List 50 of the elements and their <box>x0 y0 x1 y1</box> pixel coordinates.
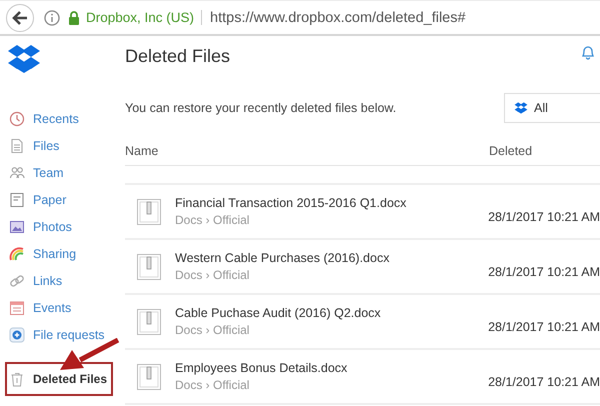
document-icon <box>137 364 161 390</box>
column-header[interactable]: Deleted <box>489 144 532 158</box>
sidebar-item[interactable]: Paper <box>0 186 116 213</box>
document-icon <box>137 198 161 224</box>
file-name[interactable]: Cable Puchase Audit (2016) Q2.docx <box>175 306 475 320</box>
document-icon <box>137 308 161 334</box>
sidebar-item[interactable]: Recents <box>0 105 116 132</box>
back-arrow-icon <box>12 10 28 24</box>
sidebar-item[interactable]: Links <box>0 267 116 294</box>
address-field[interactable]: https://www.dropbox.com/deleted_files# <box>208 10 466 26</box>
plus-icon <box>9 326 25 342</box>
deleted-date: 28/1/2017 10:21 AM <box>488 210 600 224</box>
description-text: You can restore your recently deleted files below. <box>125 101 396 115</box>
file-path: Docs › Official <box>175 378 250 392</box>
page-title: Deleted Files <box>125 46 230 66</box>
bell-icon[interactable] <box>581 44 595 60</box>
file-path: Docs › Official <box>175 213 250 227</box>
document-icon <box>137 254 161 280</box>
sidebar-item[interactable]: Team <box>0 159 116 186</box>
lock-icon <box>68 10 80 24</box>
chain-link-icon <box>9 272 25 288</box>
sidebar-item[interactable]: Photos <box>0 213 116 240</box>
file-name[interactable]: Financial Transaction 2015-2016 Q1.docx <box>175 196 475 210</box>
file-name[interactable]: Western Cable Purchases (2016).docx <box>175 251 475 265</box>
logo-icon[interactable] <box>7 44 41 74</box>
filter-dropdown[interactable]: All <box>504 93 600 123</box>
deleted-date: 28/1/2017 10:21 AM <box>488 264 600 278</box>
deleted-date: 28/1/2017 10:21 AM <box>488 374 600 388</box>
deleted-date: 28/1/2017 10:21 AM <box>488 320 600 334</box>
site-identity: Dropbox, Inc (US) <box>86 10 202 25</box>
sidebar-item[interactable]: File requests <box>0 321 116 348</box>
file-path: Docs › Official <box>175 268 250 282</box>
page-icon <box>9 192 25 208</box>
sidebar-item[interactable]: Sharing <box>0 240 116 267</box>
column-header[interactable]: Name <box>125 144 489 158</box>
file-name[interactable]: Employees Bonus Details.docx <box>175 361 475 375</box>
logo-icon <box>514 102 528 114</box>
sidebar-item[interactable]: Deleted Files <box>7 366 108 392</box>
info-icon[interactable] <box>44 10 60 26</box>
people-icon <box>9 164 25 180</box>
trash-icon <box>9 371 25 387</box>
file-path: Docs › Official <box>175 323 250 337</box>
rainbow-icon <box>9 246 25 262</box>
picture-icon <box>9 218 25 234</box>
sidebar-item[interactable]: Files <box>0 132 116 159</box>
document-icon <box>9 138 25 154</box>
clock-icon <box>9 110 25 126</box>
back-button[interactable] <box>6 4 34 32</box>
calendar-icon <box>9 300 25 316</box>
sidebar-item[interactable]: Events <box>0 294 116 321</box>
